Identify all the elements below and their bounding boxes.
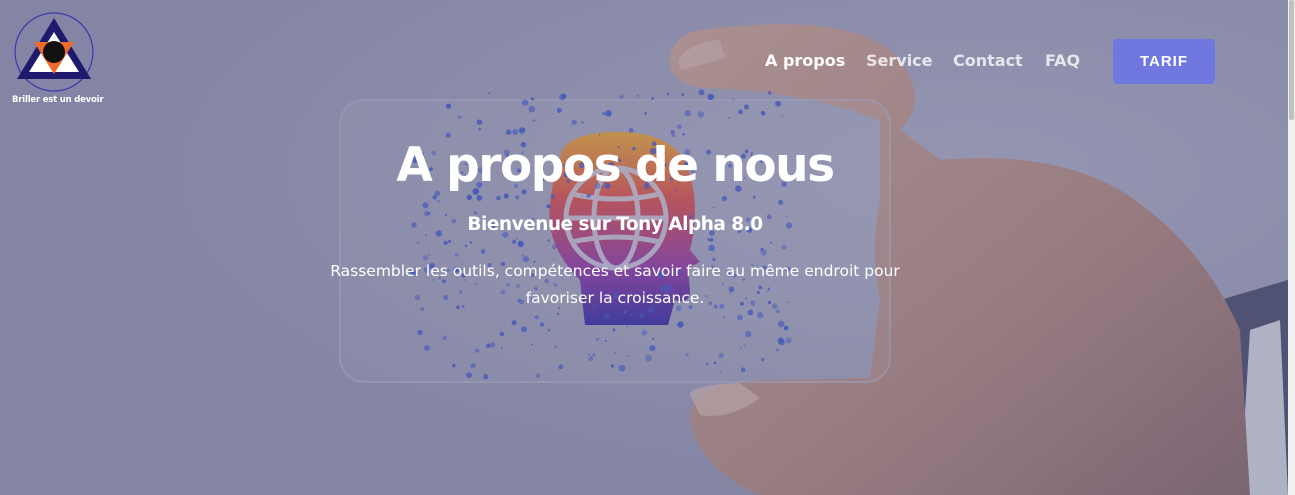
hero-section: Briller est un devoir A propos Service C… xyxy=(0,0,1288,495)
page-title: A propos de nous xyxy=(396,138,835,193)
hero-subtitle: Bienvenue sur Tony Alpha 8.0 xyxy=(467,214,763,235)
main-navigation: A propos Service Contact FAQ TARIF xyxy=(0,0,1288,100)
nav-link-contact[interactable]: Contact xyxy=(953,51,1023,70)
nav-link-service[interactable]: Service xyxy=(866,51,933,70)
scrollbar-thumb[interactable] xyxy=(1289,0,1294,120)
nav-link-faq[interactable]: FAQ xyxy=(1045,51,1080,70)
tarif-button[interactable]: TARIF xyxy=(1113,39,1215,84)
vertical-scrollbar[interactable] xyxy=(1288,0,1295,495)
hero-description: Rassembler les outils, compétences et sa… xyxy=(330,262,900,307)
nav-link-a-propos[interactable]: A propos xyxy=(765,51,845,70)
